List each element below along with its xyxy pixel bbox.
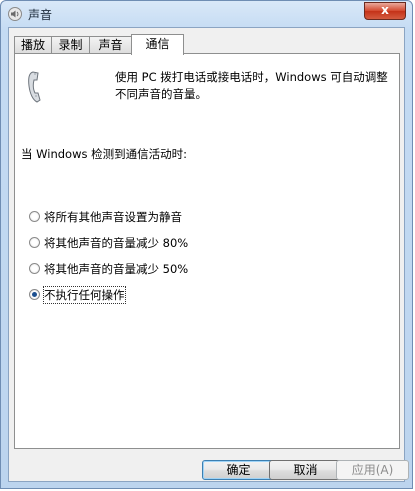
radio-reduce-80[interactable] [29,237,40,248]
communications-panel: 使用 PC 拨打电话或接电话时，Windows 可自动调整不同声音的音量。 当 … [14,53,400,449]
tab-sounds[interactable]: 声音 [89,36,132,54]
ok-button[interactable]: 确定 [202,460,275,480]
option-label: 不执行任何操作 [43,286,126,304]
sound-dialog-window: 声音 x 播放 录制 声音 通信 使用 PC 拨打电话或接电话时，Windows… [0,0,413,489]
radio-reduce-50[interactable] [29,263,40,274]
title-bar[interactable]: 声音 x [1,1,412,27]
section-label: 当 Windows 检测到通信活动时: [21,147,188,161]
window-title: 声音 [28,8,53,22]
apply-button[interactable]: 应用(A) [336,460,409,480]
tab-communications[interactable]: 通信 [131,34,184,55]
radio-mute-all[interactable] [29,211,40,222]
communications-description: 使用 PC 拨打电话或接电话时，Windows 可自动调整不同声音的音量。 [115,70,388,101]
close-button[interactable]: x [364,2,406,20]
option-label: 将其他声音的音量减少 80% [44,236,189,250]
tab-playback[interactable]: 播放 [14,36,52,54]
tab-recording[interactable]: 录制 [51,36,90,54]
option-label: 将所有其他声音设置为静音 [44,210,182,224]
radio-do-nothing[interactable] [29,289,40,300]
close-icon: x [381,3,389,17]
cancel-button[interactable]: 取消 [269,460,342,480]
speaker-icon [8,7,22,21]
option-label: 将其他声音的音量减少 50% [44,262,189,276]
telephone-handset-icon [28,71,41,103]
dialog-client-area: 播放 录制 声音 通信 使用 PC 拨打电话或接电话时，Windows 可自动调… [8,27,409,482]
